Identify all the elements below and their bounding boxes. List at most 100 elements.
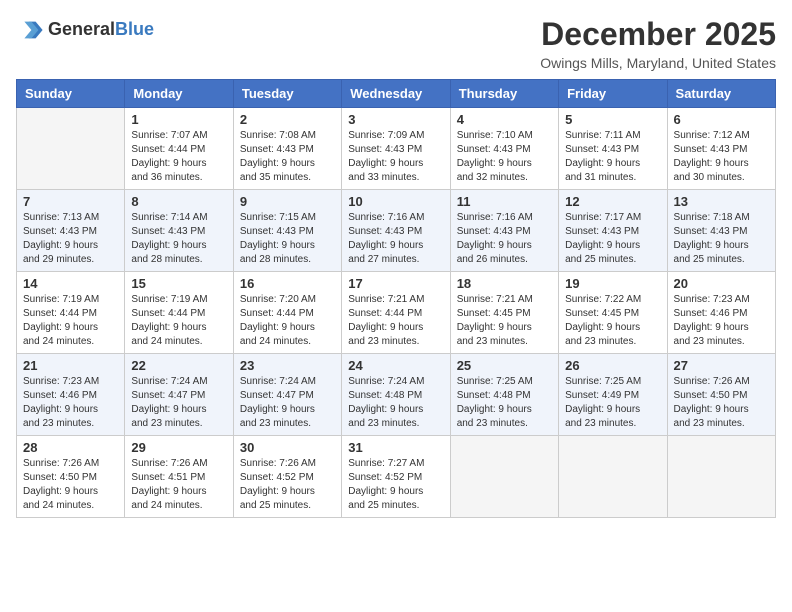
day-number: 29 (131, 440, 226, 455)
calendar-cell: 8 Sunrise: 7:14 AM Sunset: 4:43 PM Daylig… (125, 190, 233, 272)
day-number: 26 (565, 358, 660, 373)
calendar-cell: 23Sunrise: 7:24 AM Sunset: 4:47 PM Dayli… (233, 354, 341, 436)
day-info: Sunrise: 7:19 AM Sunset: 4:44 PM Dayligh… (23, 293, 118, 349)
day-number: 21 (23, 358, 118, 373)
day-number: 31 (348, 440, 443, 455)
calendar-header-row: SundayMondayTuesdayWednesdayThursdayFrid… (17, 80, 776, 108)
day-number: 8 (131, 194, 226, 209)
calendar-cell (450, 436, 558, 518)
day-number: 27 (674, 358, 769, 373)
day-info: Sunrise: 7:25 AM Sunset: 4:49 PM Dayligh… (565, 375, 660, 431)
day-number: 2 (240, 112, 335, 127)
day-number: 19 (565, 276, 660, 291)
day-number: 1 (131, 112, 226, 127)
day-info: Sunrise: 7:26 AM Sunset: 4:50 PM Dayligh… (674, 375, 769, 431)
month-title: December 2025 (540, 16, 776, 53)
calendar-cell: 3 Sunrise: 7:09 AM Sunset: 4:43 PM Daylig… (342, 108, 450, 190)
logo: GeneralBlue (16, 16, 154, 44)
day-info: Sunrise: 7:11 AM Sunset: 4:43 PM Dayligh… (565, 129, 660, 185)
day-info: Sunrise: 7:26 AM Sunset: 4:50 PM Dayligh… (23, 457, 118, 513)
day-number: 4 (457, 112, 552, 127)
calendar-cell: 17 Sunrise: 7:21 AM Sunset: 4:44 PM Dayli… (342, 272, 450, 354)
calendar-cell: 2 Sunrise: 7:08 AM Sunset: 4:43 PM Daylig… (233, 108, 341, 190)
day-number: 23 (240, 358, 335, 373)
day-number: 13 (674, 194, 769, 209)
logo-general-text: GeneralBlue (48, 20, 154, 40)
day-info: Sunrise: 7:26 AM Sunset: 4:52 PM Dayligh… (240, 457, 335, 513)
day-info: Sunrise: 7:24 AM Sunset: 4:47 PM Dayligh… (131, 375, 226, 431)
day-info: Sunrise: 7:16 AM Sunset: 4:43 PM Dayligh… (348, 211, 443, 267)
calendar-cell: 12Sunrise: 7:17 AM Sunset: 4:43 PM Dayli… (559, 190, 667, 272)
calendar-cell: 16 Sunrise: 7:20 AM Sunset: 4:44 PM Dayli… (233, 272, 341, 354)
day-info: Sunrise: 7:23 AM Sunset: 4:46 PM Dayligh… (23, 375, 118, 431)
calendar-cell: 25 Sunrise: 7:25 AM Sunset: 4:48 PM Dayli… (450, 354, 558, 436)
day-number: 20 (674, 276, 769, 291)
calendar-cell: 1 Sunrise: 7:07 AM Sunset: 4:44 PM Daylig… (125, 108, 233, 190)
title-block: December 2025 Owings Mills, Maryland, Un… (540, 16, 776, 71)
calendar-week-row: 21 Sunrise: 7:23 AM Sunset: 4:46 PM Dayli… (17, 354, 776, 436)
day-info: Sunrise: 7:18 AM Sunset: 4:43 PM Dayligh… (674, 211, 769, 267)
day-info: Sunrise: 7:25 AM Sunset: 4:48 PM Dayligh… (457, 375, 552, 431)
calendar-cell: 18 Sunrise: 7:21 AM Sunset: 4:45 PM Dayli… (450, 272, 558, 354)
calendar-cell: 6Sunrise: 7:12 AM Sunset: 4:43 PM Daylig… (667, 108, 775, 190)
calendar-cell: 19 Sunrise: 7:22 AM Sunset: 4:45 PM Dayli… (559, 272, 667, 354)
day-info: Sunrise: 7:08 AM Sunset: 4:43 PM Dayligh… (240, 129, 335, 185)
calendar-header-sunday: Sunday (17, 80, 125, 108)
day-info: Sunrise: 7:21 AM Sunset: 4:44 PM Dayligh… (348, 293, 443, 349)
day-number: 16 (240, 276, 335, 291)
day-info: Sunrise: 7:20 AM Sunset: 4:44 PM Dayligh… (240, 293, 335, 349)
day-info: Sunrise: 7:21 AM Sunset: 4:45 PM Dayligh… (457, 293, 552, 349)
calendar-header-tuesday: Tuesday (233, 80, 341, 108)
calendar-cell: 4 Sunrise: 7:10 AM Sunset: 4:43 PM Daylig… (450, 108, 558, 190)
logo-icon (16, 16, 44, 44)
calendar-cell: 29 Sunrise: 7:26 AM Sunset: 4:51 PM Dayli… (125, 436, 233, 518)
day-number: 7 (23, 194, 118, 209)
calendar-cell: 26 Sunrise: 7:25 AM Sunset: 4:49 PM Dayli… (559, 354, 667, 436)
calendar-cell: 28 Sunrise: 7:26 AM Sunset: 4:50 PM Dayli… (17, 436, 125, 518)
calendar-header-saturday: Saturday (667, 80, 775, 108)
calendar-cell: 30 Sunrise: 7:26 AM Sunset: 4:52 PM Dayli… (233, 436, 341, 518)
calendar-header-friday: Friday (559, 80, 667, 108)
calendar-cell: 27 Sunrise: 7:26 AM Sunset: 4:50 PM Dayli… (667, 354, 775, 436)
day-info: Sunrise: 7:10 AM Sunset: 4:43 PM Dayligh… (457, 129, 552, 185)
calendar-cell: 20Sunrise: 7:23 AM Sunset: 4:46 PM Dayli… (667, 272, 775, 354)
calendar-cell: 11 Sunrise: 7:16 AM Sunset: 4:43 PM Dayli… (450, 190, 558, 272)
day-number: 24 (348, 358, 443, 373)
calendar-cell: 10 Sunrise: 7:16 AM Sunset: 4:43 PM Dayli… (342, 190, 450, 272)
calendar-week-row: 7 Sunrise: 7:13 AM Sunset: 4:43 PM Daylig… (17, 190, 776, 272)
day-number: 6 (674, 112, 769, 127)
day-info: Sunrise: 7:07 AM Sunset: 4:44 PM Dayligh… (131, 129, 226, 185)
day-number: 18 (457, 276, 552, 291)
location-title: Owings Mills, Maryland, United States (540, 55, 776, 71)
day-number: 12 (565, 194, 660, 209)
calendar-week-row: 28 Sunrise: 7:26 AM Sunset: 4:50 PM Dayli… (17, 436, 776, 518)
calendar-week-row: 14 Sunrise: 7:19 AM Sunset: 4:44 PM Dayli… (17, 272, 776, 354)
calendar-table: SundayMondayTuesdayWednesdayThursdayFrid… (16, 79, 776, 518)
day-number: 11 (457, 194, 552, 209)
calendar-header-wednesday: Wednesday (342, 80, 450, 108)
day-number: 3 (348, 112, 443, 127)
calendar-header-monday: Monday (125, 80, 233, 108)
calendar-cell: 22 Sunrise: 7:24 AM Sunset: 4:47 PM Dayli… (125, 354, 233, 436)
day-number: 17 (348, 276, 443, 291)
calendar-cell: 24 Sunrise: 7:24 AM Sunset: 4:48 PM Dayli… (342, 354, 450, 436)
day-number: 14 (23, 276, 118, 291)
calendar-week-row: 1 Sunrise: 7:07 AM Sunset: 4:44 PM Daylig… (17, 108, 776, 190)
day-number: 5 (565, 112, 660, 127)
calendar-cell: 31Sunrise: 7:27 AM Sunset: 4:52 PM Dayli… (342, 436, 450, 518)
day-info: Sunrise: 7:22 AM Sunset: 4:45 PM Dayligh… (565, 293, 660, 349)
day-number: 30 (240, 440, 335, 455)
day-info: Sunrise: 7:09 AM Sunset: 4:43 PM Dayligh… (348, 129, 443, 185)
day-number: 25 (457, 358, 552, 373)
day-info: Sunrise: 7:24 AM Sunset: 4:48 PM Dayligh… (348, 375, 443, 431)
day-number: 9 (240, 194, 335, 209)
day-number: 10 (348, 194, 443, 209)
day-info: Sunrise: 7:16 AM Sunset: 4:43 PM Dayligh… (457, 211, 552, 267)
day-number: 22 (131, 358, 226, 373)
calendar-cell (17, 108, 125, 190)
calendar-cell (667, 436, 775, 518)
day-info: Sunrise: 7:26 AM Sunset: 4:51 PM Dayligh… (131, 457, 226, 513)
day-info: Sunrise: 7:13 AM Sunset: 4:43 PM Dayligh… (23, 211, 118, 267)
day-info: Sunrise: 7:14 AM Sunset: 4:43 PM Dayligh… (131, 211, 226, 267)
day-number: 28 (23, 440, 118, 455)
